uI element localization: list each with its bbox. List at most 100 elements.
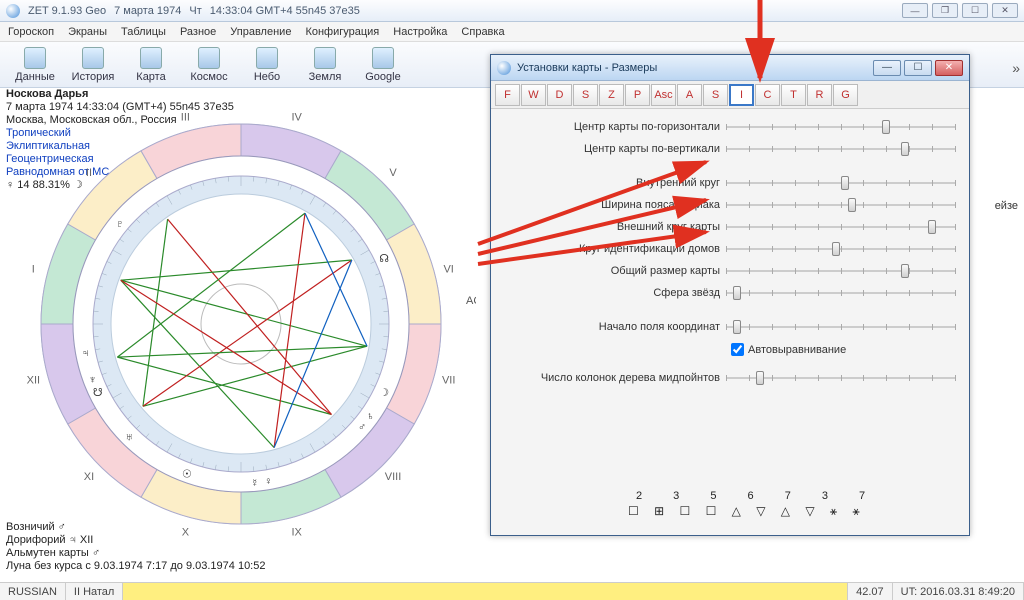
svg-text:♂: ♂	[358, 422, 366, 434]
aspect-symbols: ☐ ⊞ ☐ ☐ △ ▽ △ ▽ ⚹ ⚹	[628, 504, 866, 519]
dlg-close-button[interactable]: ✕	[935, 60, 963, 76]
slider[interactable]	[726, 325, 955, 329]
title-app: ZET 9.1.93 Geo	[28, 5, 106, 17]
svg-text:♆: ♆	[88, 374, 96, 386]
status-bar: RUSSIAN II Натал 42.07 UT: 2016.03.31 8:…	[0, 582, 1024, 600]
slider[interactable]	[726, 203, 955, 207]
slider[interactable]	[726, 376, 955, 380]
dlg-tab-t[interactable]: T	[781, 84, 806, 106]
toolbar-more-icon[interactable]: »	[1012, 60, 1020, 76]
svg-text:III: III	[181, 111, 190, 123]
dlg-tab-g[interactable]: G	[833, 84, 858, 106]
slider-row: Общий размер карты	[501, 261, 959, 281]
slider-label: Начало поля координат	[501, 321, 726, 333]
title-time: 14:33:04 GMT+4 55n45 37e35	[210, 5, 360, 17]
svg-text:♄: ♄	[366, 411, 374, 423]
menu-control[interactable]: Управление	[230, 26, 291, 38]
slider-thumb[interactable]	[832, 242, 840, 256]
menu-tables[interactable]: Таблицы	[121, 26, 166, 38]
svg-text:♀: ♀	[264, 476, 272, 488]
auto-align-checkbox[interactable]: Автовыравнивание	[731, 343, 959, 356]
menu-misc[interactable]: Разное	[180, 26, 216, 38]
dlg-tab-a[interactable]: A	[677, 84, 702, 106]
tool-google[interactable]: Google	[356, 47, 410, 83]
restore-button[interactable]: ❐	[932, 3, 958, 18]
status-val: 42.07	[848, 583, 893, 600]
slider-thumb[interactable]	[882, 120, 890, 134]
slider-row: Внутренний круг	[501, 173, 959, 193]
slider[interactable]	[726, 247, 955, 251]
dlg-tab-d[interactable]: D	[547, 84, 572, 106]
slider-row: Центр карты по-горизонтали	[501, 117, 959, 137]
chart-footer: Возничий ♂ Дорифорий ♃ XII Альмутен карт…	[6, 521, 265, 573]
dlg-tab-f[interactable]: F	[495, 84, 520, 106]
maximize-button[interactable]: ☐	[962, 3, 988, 18]
dialog-titlebar[interactable]: Установки карты - Размеры — ☐ ✕	[491, 55, 969, 81]
dialog-body: Центр карты по-горизонталиЦентр карты по…	[491, 109, 969, 388]
settings-dialog: Установки карты - Размеры — ☐ ✕ F W D S …	[490, 54, 970, 536]
svg-text:♅: ♅	[125, 432, 133, 444]
slider[interactable]	[726, 181, 955, 185]
tool-sky[interactable]: Небо	[240, 47, 294, 83]
tool-data[interactable]: Данные	[8, 47, 62, 83]
slider[interactable]	[726, 269, 955, 273]
slider-row: Начало поля координат	[501, 317, 959, 337]
close-button[interactable]: ✕	[992, 3, 1018, 18]
menu-help[interactable]: Справка	[461, 26, 504, 38]
tool-chart[interactable]: Карта	[124, 47, 178, 83]
ft4: Луна без курса с 9.03.1974 7:17 до 9.03.…	[6, 560, 265, 572]
minimize-button[interactable]: —	[902, 3, 928, 18]
slider[interactable]	[726, 291, 955, 295]
tool-earth[interactable]: Земля	[298, 47, 352, 83]
aspect-numbers: 2 3 5 6 7 3 7	[636, 490, 879, 502]
svg-text:I: I	[32, 263, 35, 275]
dlg-maximize-button[interactable]: ☐	[904, 60, 932, 76]
slider-thumb[interactable]	[928, 220, 936, 234]
slider-thumb[interactable]	[901, 264, 909, 278]
svg-text:VII: VII	[442, 375, 455, 387]
title-dow: Чт	[189, 5, 201, 17]
slider-thumb[interactable]	[848, 198, 856, 212]
dlg-tab-c[interactable]: C	[755, 84, 780, 106]
slider-thumb[interactable]	[733, 286, 741, 300]
slider-row: Центр карты по-вертикали	[501, 139, 959, 159]
slider-label: Внутренний круг	[501, 177, 726, 189]
chart-panel: Носкова Дарья 7 марта 1974 14:33:04 (GMT…	[0, 88, 490, 573]
menu-config[interactable]: Конфигурация	[305, 26, 379, 38]
slider-label: Общий размер карты	[501, 265, 726, 277]
status-mode: II Натал	[66, 583, 123, 600]
side-text: ейзе	[995, 200, 1018, 212]
dlg-tab-w[interactable]: W	[521, 84, 546, 106]
slider-thumb[interactable]	[756, 371, 764, 385]
ft3: Альмутен карты ♂	[6, 547, 100, 559]
menu-horoscope[interactable]: Гороскоп	[8, 26, 54, 38]
slider[interactable]	[726, 147, 955, 151]
dlg-tab-s[interactable]: S	[573, 84, 598, 106]
dialog-toolbar: F W D S Z P Asc A S I C T R G	[491, 81, 969, 109]
slider-label: Сфера звёзд	[501, 287, 726, 299]
dlg-tab-s2[interactable]: S	[703, 84, 728, 106]
svg-text:☊: ☊	[379, 253, 389, 265]
tool-history[interactable]: История	[66, 47, 120, 83]
tool-cosmos[interactable]: Космос	[182, 47, 236, 83]
app-icon	[6, 4, 20, 18]
checkbox-input[interactable]	[731, 343, 744, 356]
slider[interactable]	[726, 225, 955, 229]
menu-screens[interactable]: Экраны	[68, 26, 107, 38]
slider-row: Сфера звёзд	[501, 283, 959, 303]
dlg-tab-asc[interactable]: Asc	[651, 84, 676, 106]
dlg-tab-p[interactable]: P	[625, 84, 650, 106]
dlg-minimize-button[interactable]: —	[873, 60, 901, 76]
slider-thumb[interactable]	[901, 142, 909, 156]
dlg-tab-i[interactable]: I	[729, 84, 754, 106]
slider-thumb[interactable]	[841, 176, 849, 190]
svg-text:AC: AC	[466, 295, 476, 307]
svg-text:VIII: VIII	[385, 471, 402, 483]
slider[interactable]	[726, 125, 955, 129]
dlg-tab-r[interactable]: R	[807, 84, 832, 106]
menubar: Гороскоп Экраны Таблицы Разное Управлени…	[0, 22, 1024, 42]
menu-setup[interactable]: Настройка	[393, 26, 447, 38]
dlg-tab-z[interactable]: Z	[599, 84, 624, 106]
svg-text:☉: ☉	[182, 468, 192, 480]
slider-thumb[interactable]	[733, 320, 741, 334]
